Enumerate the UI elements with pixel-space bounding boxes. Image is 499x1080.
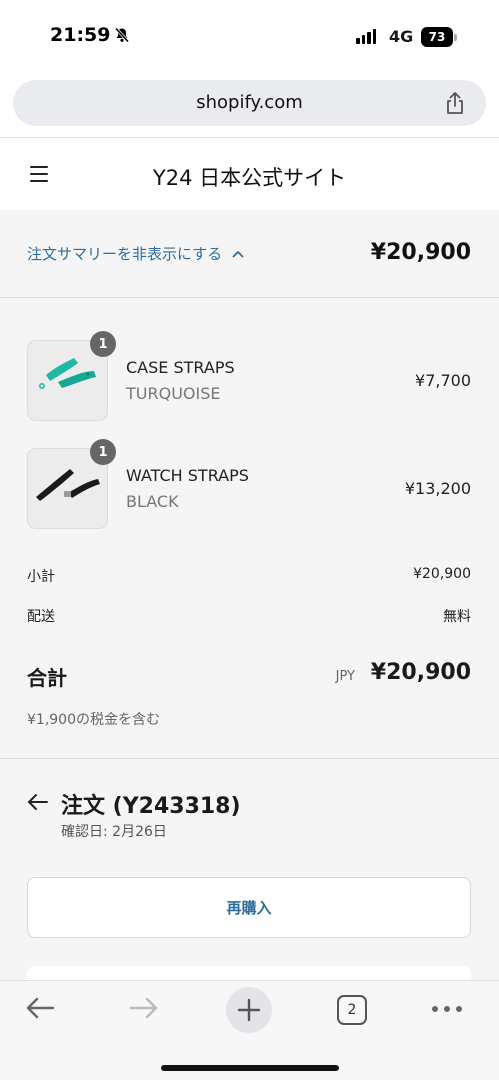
shipping-label: 配送 — [27, 609, 55, 625]
battery-level: 73 — [421, 27, 453, 47]
line-item: 1 WATCH STRAPS BLACK ¥13,200 — [27, 439, 471, 530]
more-icon[interactable] — [432, 1006, 462, 1012]
item-variant: BLACK — [126, 492, 179, 511]
rebuy-button[interactable]: 再購入 — [27, 877, 471, 938]
subtotal-row: 小計 ¥20,900 — [27, 566, 471, 586]
currency-code: JPY — [335, 669, 355, 684]
url-text[interactable]: shopify.com — [13, 92, 486, 113]
item-name: CASE STRAPS — [126, 358, 235, 377]
new-tab-button[interactable] — [226, 987, 272, 1033]
subtotal-value: ¥20,900 — [413, 566, 471, 582]
total-value: ¥20,900 — [370, 660, 471, 685]
forward-icon[interactable] — [128, 994, 160, 1026]
product-image: 1 — [27, 331, 116, 421]
back-icon[interactable] — [24, 994, 56, 1026]
total-row: 合計 JPY ¥20,900 — [27, 660, 471, 690]
subtotal-label: 小計 — [27, 569, 55, 585]
store-header: Y24 日本公式サイト — [0, 138, 499, 210]
silent-bell-icon — [114, 27, 130, 47]
home-indicator — [161, 1065, 339, 1071]
shipping-value: 無料 — [443, 609, 471, 625]
quantity-badge: 1 — [90, 439, 116, 465]
tabs-button[interactable]: 2 — [337, 995, 367, 1025]
order-title: 注文 (Y243318) — [61, 794, 241, 819]
cellular-signal-icon — [356, 29, 376, 44]
order-summary: 注文サマリーを非表示にする ¥20,900 1 CASE STRAPS TURQ… — [0, 210, 499, 996]
hide-summary-link[interactable]: 注文サマリーを非表示にする — [27, 243, 244, 264]
plus-icon — [237, 998, 261, 1022]
chevron-up-icon — [232, 250, 244, 257]
hide-summary-label: 注文サマリーを非表示にする — [27, 245, 223, 263]
status-bar: 21:59 4G 73 — [0, 0, 499, 75]
item-variant: TURQUOISE — [126, 384, 221, 403]
battery-icon: 73 — [421, 27, 457, 47]
clock: 21:59 — [50, 24, 111, 46]
tax-note: ¥1,900の税金を含む — [27, 712, 160, 728]
network-type: 4G — [389, 27, 414, 46]
item-price: ¥7,700 — [415, 371, 471, 390]
total-label: 合計 — [27, 666, 67, 690]
summary-toggle-row[interactable]: 注文サマリーを非表示にする ¥20,900 — [0, 210, 499, 298]
quantity-badge: 1 — [90, 331, 116, 357]
item-name: WATCH STRAPS — [126, 466, 249, 485]
product-image: 1 — [27, 439, 116, 529]
share-icon[interactable] — [444, 91, 466, 119]
address-bar[interactable]: shopify.com — [13, 80, 486, 126]
shipping-row: 配送 無料 — [27, 606, 471, 626]
divider — [0, 758, 499, 759]
line-item: 1 CASE STRAPS TURQUOISE ¥7,700 — [27, 331, 471, 422]
order-date: 確認日: 2月26日 — [61, 824, 167, 840]
summary-total: ¥20,900 — [370, 240, 471, 265]
browser-toolbar: 2 — [0, 980, 499, 1080]
back-arrow-icon[interactable] — [27, 793, 49, 815]
item-price: ¥13,200 — [404, 479, 471, 498]
store-title[interactable]: Y24 日本公式サイト — [0, 162, 499, 192]
